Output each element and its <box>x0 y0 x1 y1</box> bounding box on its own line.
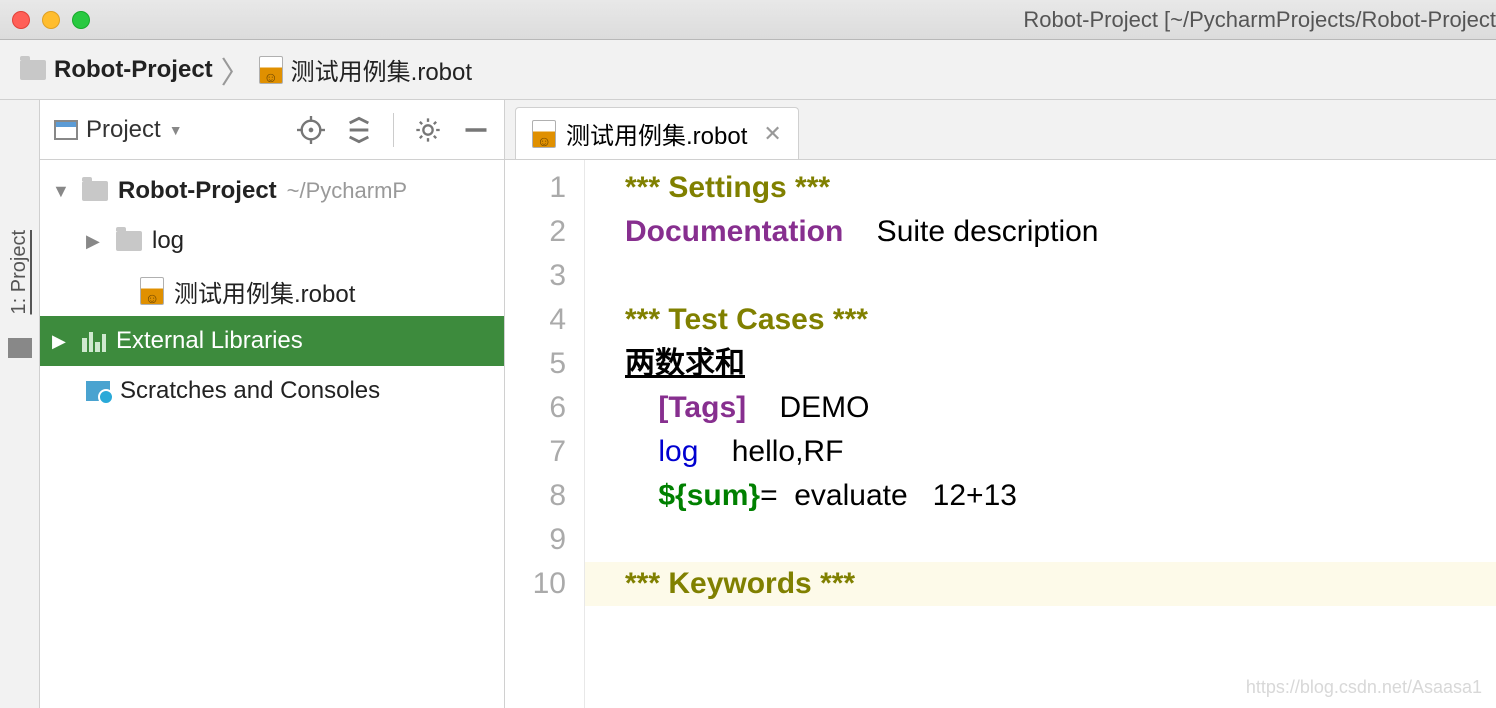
folder-icon <box>82 181 108 201</box>
traffic-lights <box>12 11 90 29</box>
code-token: *** Settings *** <box>625 171 830 204</box>
tree-item-label: 测试用例集.robot <box>174 274 355 309</box>
expand-arrow-icon[interactable]: ▶ <box>52 331 72 352</box>
project-panel-title-text: Project <box>86 116 161 144</box>
expand-arrow-icon[interactable]: ▶ <box>86 231 106 252</box>
close-tab-icon[interactable]: ✕ <box>763 121 781 147</box>
hide-icon[interactable] <box>462 116 490 144</box>
tree-item-label: log <box>152 227 184 255</box>
folder-icon <box>116 231 142 251</box>
line-number: 3 <box>505 254 566 298</box>
line-number: 4 <box>505 298 566 342</box>
editor-area: 测试用例集.robot ✕ 1 2 3 4 5 6 7 8 9 10 *** S… <box>505 100 1496 708</box>
project-tool-button[interactable]: 1: Project <box>8 230 31 314</box>
titlebar: Robot-Project [~/PycharmProjects/Robot-P… <box>0 0 1496 40</box>
code-editor[interactable]: 1 2 3 4 5 6 7 8 9 10 *** Settings *** Do… <box>505 160 1496 708</box>
window-title: Robot-Project [~/PycharmProjects/Robot-P… <box>796 7 1496 33</box>
code-token: Suite description <box>843 215 1098 248</box>
editor-tab-label: 测试用例集.robot <box>566 116 747 151</box>
breadcrumb-file-label: 测试用例集.robot <box>291 52 472 87</box>
tree-root[interactable]: ▼ Robot-Project ~/PycharmP <box>40 166 504 216</box>
scratches-icon <box>86 381 110 401</box>
tree-scratches[interactable]: Scratches and Consoles <box>40 366 504 416</box>
code-token: [Tags] <box>625 391 746 424</box>
maximize-button[interactable] <box>72 11 90 29</box>
line-number: 5 <box>505 342 566 386</box>
editor-tab[interactable]: 测试用例集.robot ✕ <box>515 107 799 159</box>
robot-file-icon <box>140 277 164 305</box>
line-number: 1 <box>505 166 566 210</box>
breadcrumb-root-label: Robot-Project <box>54 56 213 84</box>
tree-item-label: External Libraries <box>116 327 303 355</box>
library-icon <box>82 330 106 352</box>
line-number: 10 <box>505 562 566 606</box>
collapse-all-icon[interactable] <box>345 116 373 144</box>
editor-tab-bar: 测试用例集.robot ✕ <box>505 100 1496 160</box>
line-number: 7 <box>505 430 566 474</box>
breadcrumb-separator: 〉 <box>221 48 251 92</box>
close-button[interactable] <box>12 11 30 29</box>
code-token: log <box>625 435 698 468</box>
line-number: 6 <box>505 386 566 430</box>
line-number: 8 <box>505 474 566 518</box>
tree-file-robot[interactable]: 测试用例集.robot <box>40 266 504 316</box>
breadcrumb-file[interactable]: 测试用例集.robot <box>259 52 472 87</box>
code-token: = evaluate 12+13 <box>760 479 1017 512</box>
code-token: ${sum} <box>625 479 760 512</box>
code-token: *** Keywords *** <box>625 567 855 600</box>
tree-external-libraries[interactable]: ▶ External Libraries <box>40 316 504 366</box>
line-number: 9 <box>505 518 566 562</box>
code-token: hello,RF <box>698 435 843 468</box>
project-panel: Project ▼ ▼ Robot-Project ~/PycharmP ▶ l… <box>40 100 505 708</box>
tree-root-path: ~/PycharmP <box>287 178 407 204</box>
breadcrumb-root[interactable]: Robot-Project <box>20 56 213 84</box>
line-gutter: 1 2 3 4 5 6 7 8 9 10 <box>505 160 585 708</box>
dropdown-icon: ▼ <box>169 122 183 138</box>
code-token: 两数求和 <box>625 347 745 380</box>
locate-icon[interactable] <box>297 116 325 144</box>
project-view-icon <box>54 120 78 140</box>
code-token: DEMO <box>746 391 869 424</box>
folder-icon <box>20 60 46 80</box>
robot-file-icon <box>532 120 556 148</box>
code-token: Documentation <box>625 215 843 248</box>
project-panel-header: Project ▼ <box>40 100 504 160</box>
expand-arrow-icon[interactable]: ▼ <box>52 181 72 202</box>
gear-icon[interactable] <box>414 116 442 144</box>
structure-tool-icon[interactable] <box>8 338 32 358</box>
code-content[interactable]: *** Settings *** Documentation Suite des… <box>585 160 1496 708</box>
tree-root-label: Robot-Project <box>118 177 277 205</box>
tree-folder-log[interactable]: ▶ log <box>40 216 504 266</box>
watermark: https://blog.csdn.net/Asaasa1 <box>1246 677 1482 698</box>
divider <box>393 113 394 147</box>
tree-item-label: Scratches and Consoles <box>120 377 380 405</box>
breadcrumb: Robot-Project 〉 测试用例集.robot <box>0 40 1496 100</box>
left-tool-strip: 1: Project <box>0 100 40 708</box>
code-token: *** Test Cases *** <box>625 303 868 336</box>
main-area: 1: Project Project ▼ ▼ Robot-Project ~/P… <box>0 100 1496 708</box>
minimize-button[interactable] <box>42 11 60 29</box>
project-tree[interactable]: ▼ Robot-Project ~/PycharmP ▶ log 测试用例集.r… <box>40 160 504 422</box>
project-panel-title[interactable]: Project ▼ <box>54 116 183 144</box>
line-number: 2 <box>505 210 566 254</box>
robot-file-icon <box>259 56 283 84</box>
